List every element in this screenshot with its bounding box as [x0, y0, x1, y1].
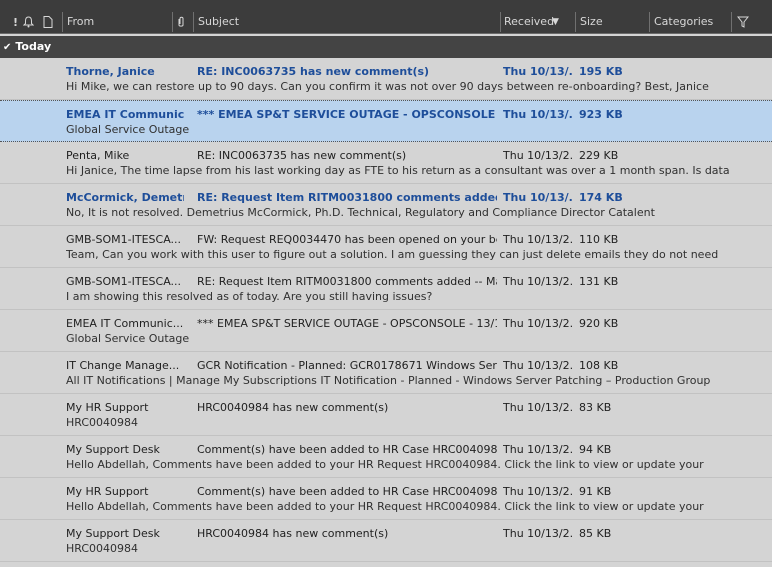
message-row[interactable]: My Support Desk Comment(s) have been add… [0, 436, 772, 478]
message-preview: Hello Abdellah, Comments have been added… [66, 458, 704, 471]
message-subject: HRC0040984 has new comment(s) [197, 401, 389, 414]
message-from: My HR Support [66, 401, 149, 414]
message-row[interactable]: GMB-SOM1-ITESCA... RE: Request Item RITM… [0, 268, 772, 310]
message-row-selected[interactable]: EMEA IT Communic... *** EMEA SP&T SERVIC… [0, 100, 772, 142]
message-preview: Hi Mike, we can restore up to 90 days. C… [66, 80, 709, 93]
message-preview: HRC0040984 [66, 542, 139, 555]
message-preview: HRC0040984 [66, 416, 139, 429]
group-label: Today [15, 40, 52, 53]
message-from: GMB-SOM1-ITESCA... [66, 233, 182, 246]
document-column-icon[interactable] [43, 16, 53, 31]
message-from: McCormick, Demetr... [66, 191, 184, 204]
message-subject: HRC0040984 has new comment(s) [197, 527, 389, 540]
message-size: 108 KB [579, 359, 619, 372]
message-from: Thorne, Janice [66, 65, 155, 78]
message-row[interactable]: Thorne, Janice RE: INC0063735 has new co… [0, 58, 772, 100]
message-from: My HR Support [66, 485, 149, 498]
message-preview: All IT Notifications | Manage My Subscri… [66, 374, 711, 387]
message-preview: I am showing this resolved as of today. … [66, 290, 433, 303]
message-received: Thu 10/13/2... [503, 443, 573, 456]
message-size: 94 KB [579, 443, 612, 456]
message-received: Thu 10/13/... [503, 65, 573, 78]
message-size: 131 KB [579, 275, 619, 288]
size-column-header[interactable]: Size [580, 0, 603, 34]
message-preview: Hi Janice, The time lapse from his last … [66, 164, 730, 177]
message-subject: Comment(s) have been added to HR Case HR… [197, 443, 497, 456]
message-from: GMB-SOM1-ITESCA... [66, 275, 182, 288]
importance-column-icon[interactable]: ! [13, 16, 18, 29]
message-from: Penta, Mike [66, 149, 130, 162]
collapse-check-icon[interactable]: ✔ [3, 42, 11, 53]
message-preview: Hello Abdellah, Comments have been added… [66, 500, 704, 513]
message-size: 174 KB [579, 191, 623, 204]
message-size: 195 KB [579, 65, 623, 78]
message-received: Thu 10/13/2... [503, 275, 573, 288]
message-row[interactable]: My HR Support HRC0040984 has new comment… [0, 394, 772, 436]
message-row[interactable]: My Support Desk HRC0040984 has new comme… [0, 520, 772, 562]
message-subject: RE: INC0063735 has new comment(s) [197, 65, 430, 78]
message-size: 923 KB [579, 108, 623, 121]
paperclip-icon[interactable] [177, 16, 185, 31]
message-size: 229 KB [579, 149, 619, 162]
message-subject: RE: Request Item RITM0031800 comments ad… [197, 191, 497, 204]
message-size: 83 KB [579, 401, 612, 414]
subject-column-header[interactable]: Subject [198, 0, 239, 34]
message-from: EMEA IT Communic... [66, 108, 184, 121]
from-column-header[interactable]: From [67, 0, 94, 34]
message-subject: FW: Request REQ0034470 has been opened o… [197, 233, 497, 246]
message-row[interactable]: EMEA IT Communic... *** EMEA SP&T SERVIC… [0, 310, 772, 352]
flag-filter-icon[interactable] [736, 16, 750, 31]
message-received: Thu 10/13/2... [503, 527, 573, 540]
message-list: Thorne, Janice RE: INC0063735 has new co… [0, 58, 772, 562]
message-subject: Comment(s) have been added to HR Case HR… [197, 485, 497, 498]
sort-descending-icon: ▼ [552, 17, 559, 27]
message-from: My Support Desk [66, 527, 160, 540]
message-row[interactable]: GMB-SOM1-ITESCA... FW: Request REQ003447… [0, 226, 772, 268]
message-size: 920 KB [579, 317, 619, 330]
message-subject: RE: Request Item RITM0031800 comments ad… [197, 275, 497, 288]
message-preview: No, It is not resolved. Demetrius McCorm… [66, 206, 655, 219]
message-received: Thu 10/13/2... [503, 485, 573, 498]
column-header: ! From Subject Received ▼ Size Categorie… [0, 0, 772, 34]
message-received: Thu 10/13/... [503, 191, 573, 204]
received-column-header[interactable]: Received [504, 0, 554, 34]
group-header-today[interactable]: ✔ Today [0, 36, 772, 58]
message-from: EMEA IT Communic... [66, 317, 184, 330]
message-received: Thu 10/13/2... [503, 233, 573, 246]
message-received: Thu 10/13/2... [503, 359, 573, 372]
message-preview: Global Service Outage [66, 332, 190, 345]
message-size: 110 KB [579, 233, 619, 246]
message-row[interactable]: McCormick, Demetr... RE: Request Item RI… [0, 184, 772, 226]
message-size: 85 KB [579, 527, 612, 540]
message-received: Thu 10/13/... [503, 108, 573, 121]
message-subject: GCR Notification - Planned: GCR0178671 W… [197, 359, 497, 372]
message-size: 91 KB [579, 485, 612, 498]
message-row[interactable]: Penta, Mike RE: INC0063735 has new comme… [0, 142, 772, 184]
message-from: IT Change Manage... [66, 359, 180, 372]
reminder-column-icon[interactable] [22, 16, 35, 31]
message-subject: RE: INC0063735 has new comment(s) [197, 149, 407, 162]
message-row[interactable]: My HR Support Comment(s) have been added… [0, 478, 772, 520]
message-received: Thu 10/13/2... [503, 317, 573, 330]
message-preview: Global Service Outage [66, 123, 190, 136]
message-received: Thu 10/13/2... [503, 149, 573, 162]
message-subject: *** EMEA SP&T SERVICE OUTAGE - OPSCONSOL… [197, 317, 497, 330]
message-subject: *** EMEA SP&T SERVICE OUTAGE - OPSCONSOL… [197, 108, 497, 121]
message-row[interactable]: IT Change Manage... GCR Notification - P… [0, 352, 772, 394]
message-received: Thu 10/13/2... [503, 401, 573, 414]
message-preview: Team, Can you work with this user to fig… [66, 248, 719, 261]
message-from: My Support Desk [66, 443, 160, 456]
categories-column-header[interactable]: Categories [654, 0, 713, 34]
